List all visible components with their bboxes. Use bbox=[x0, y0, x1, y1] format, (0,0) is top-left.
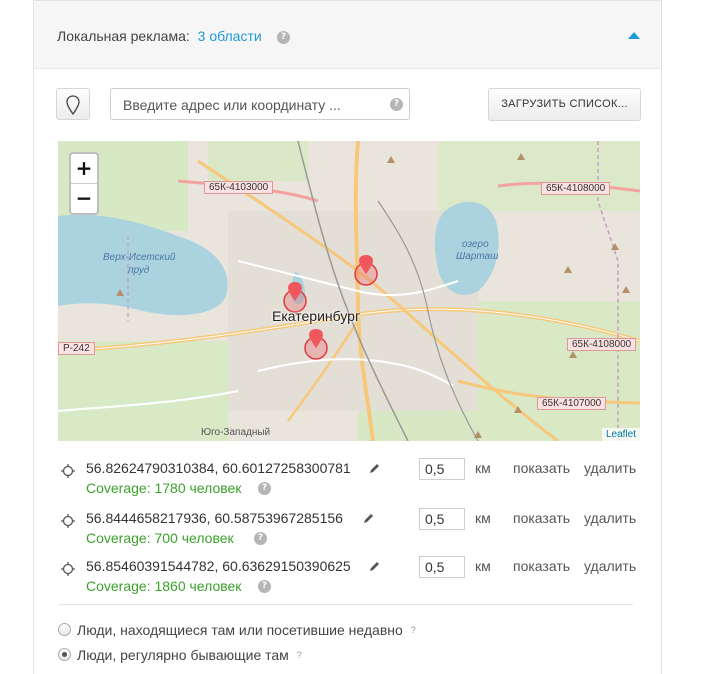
address-help-icon[interactable]: ? bbox=[390, 98, 403, 111]
map-label-lake-2a: озеро bbox=[462, 239, 489, 250]
areas-count-link[interactable]: 3 области bbox=[198, 28, 262, 44]
radius-input[interactable] bbox=[419, 458, 465, 480]
collapse-caret-icon[interactable] bbox=[628, 32, 640, 39]
map-label-district: Юго-Западный bbox=[201, 427, 271, 438]
map-label-road-1: 65К-4103000 bbox=[204, 181, 274, 194]
section-divider bbox=[58, 604, 633, 605]
map-label-lake-1b: пруд bbox=[128, 265, 150, 276]
coverage-help-icon[interactable]: ? bbox=[258, 580, 271, 593]
crosshair-icon bbox=[61, 464, 75, 478]
address-field[interactable]: ? bbox=[110, 88, 410, 120]
location-coords: 56.82624790310384, 60.60127258300781 bbox=[86, 460, 351, 476]
coverage-help-icon[interactable]: ? bbox=[254, 532, 267, 545]
location-row: 56.82624790310384, 60.60127258300781 Cov… bbox=[61, 458, 651, 498]
radio-recent[interactable] bbox=[58, 623, 71, 636]
radius-unit: км bbox=[475, 510, 491, 526]
help-icon[interactable]: ? bbox=[277, 31, 290, 44]
map-attribution-link[interactable]: Leaflet bbox=[601, 428, 640, 441]
crosshair-icon bbox=[61, 562, 75, 576]
crosshair-icon bbox=[61, 514, 75, 528]
audience-regular-help-icon[interactable]: ? bbox=[297, 650, 302, 660]
header-label: Локальная реклама: bbox=[57, 28, 190, 44]
location-coverage: Coverage: 1780 человек bbox=[86, 480, 242, 496]
audience-option-regular-label: Люди, регулярно бывающие там bbox=[77, 647, 289, 663]
map-label-road-5: 65К-4107000 bbox=[537, 397, 607, 410]
show-location-link[interactable]: показать bbox=[513, 510, 570, 526]
map-label-road-4: 65К-4108000 bbox=[567, 338, 637, 351]
address-input[interactable] bbox=[121, 96, 385, 114]
radio-regular[interactable] bbox=[58, 648, 71, 661]
location-coverage: Coverage: 1860 человек bbox=[86, 578, 242, 594]
audience-option-regular[interactable]: Люди, регулярно бывающие там? bbox=[58, 647, 302, 663]
zoom-control: + − bbox=[69, 152, 99, 215]
location-coords: 56.85460391544782, 60.63629150390625 bbox=[86, 558, 351, 574]
delete-location-link[interactable]: удалить bbox=[584, 510, 636, 526]
radius-input[interactable] bbox=[419, 556, 465, 578]
delete-location-link[interactable]: удалить bbox=[584, 460, 636, 476]
audience-option-recent[interactable]: Люди, находящиеся там или посетившие нед… bbox=[58, 622, 416, 638]
audience-recent-help-icon[interactable]: ? bbox=[411, 625, 416, 635]
radius-input[interactable] bbox=[419, 508, 465, 530]
local-ads-panel: Локальная реклама: 3 области ? ? ЗАГРУЗИ… bbox=[33, 0, 662, 674]
location-row: 56.8444658217936, 60.58753967285156 Cove… bbox=[61, 508, 651, 548]
edit-pencil-icon[interactable] bbox=[369, 561, 380, 572]
header-title: Локальная реклама: 3 области bbox=[57, 28, 262, 44]
map-label-road-3: Р-242 bbox=[58, 342, 95, 355]
map-label-city: Екатеринбург bbox=[272, 308, 361, 324]
location-coverage: Coverage: 700 человек bbox=[86, 530, 234, 546]
map-view[interactable]: Екатеринбург 65К-4103000 65К-4108000 Р-2… bbox=[58, 141, 640, 441]
radius-unit: км bbox=[475, 460, 491, 476]
panel-header[interactable]: Локальная реклама: 3 области ? bbox=[34, 1, 661, 69]
edit-pencil-icon[interactable] bbox=[363, 513, 374, 524]
show-location-link[interactable]: показать bbox=[513, 558, 570, 574]
map-label-lake-2b: Шарташ bbox=[456, 251, 499, 262]
delete-location-link[interactable]: удалить bbox=[584, 558, 636, 574]
map-label-road-2: 65К-4108000 bbox=[541, 182, 611, 195]
pick-on-map-button[interactable] bbox=[56, 88, 90, 120]
location-row: 56.85460391544782, 60.63629150390625 Cov… bbox=[61, 556, 651, 596]
radius-unit: км bbox=[475, 558, 491, 574]
zoom-out-button[interactable]: − bbox=[71, 184, 97, 213]
coverage-help-icon[interactable]: ? bbox=[258, 482, 271, 495]
map-label-lake-1a: Верх-Исетский bbox=[103, 252, 176, 263]
location-coords: 56.8444658217936, 60.58753967285156 bbox=[86, 510, 343, 526]
load-list-button[interactable]: ЗАГРУЗИТЬ СПИСОК... bbox=[488, 88, 641, 121]
zoom-in-button[interactable]: + bbox=[71, 154, 97, 184]
map-pin-icon bbox=[66, 95, 80, 115]
show-location-link[interactable]: показать bbox=[513, 460, 570, 476]
audience-option-recent-label: Люди, находящиеся там или посетившие нед… bbox=[77, 622, 403, 638]
edit-pencil-icon[interactable] bbox=[369, 463, 380, 474]
